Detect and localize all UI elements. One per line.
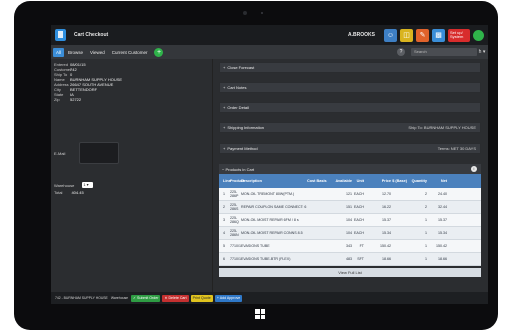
bottom-action-bar: 742 - BURNHAM SUPPLY HOUSE Warehouse ✓ S… <box>51 292 488 304</box>
page-title: Cart Checkout <box>74 32 109 38</box>
tab-bar: All Browse Viewed Current Customer + ? S… <box>51 45 488 59</box>
tab-viewed[interactable]: Viewed <box>87 48 108 57</box>
delete-cart-button[interactable]: ✕ Delete Cart <box>162 294 189 302</box>
table-row[interactable]: 3 225-286Q MON-OIL MOIST REPAIR 6FM / 8 s1… <box>219 214 481 227</box>
expand-icon: + <box>223 146 226 151</box>
search-input[interactable]: Search <box>411 48 477 56</box>
section-order-detail[interactable]: + Order Detail <box>219 102 481 113</box>
tab-browse[interactable]: Browse <box>65 48 86 57</box>
cart-icon[interactable]: ◫ <box>400 28 413 42</box>
add-tab-button[interactable]: + <box>154 47 164 57</box>
customer-summary: 742 - BURNHAM SUPPLY HOUSE <box>55 296 108 300</box>
app-logo-icon[interactable] <box>55 29 66 41</box>
email-field[interactable] <box>79 142 120 164</box>
warehouse-label: Warehouse <box>54 182 75 188</box>
table-row[interactable]: 6 7710/1 EVASIONS TUBE-BTR (FLEX) 483 SFT 18.… <box>219 253 481 266</box>
info-icon[interactable]: i <box>471 166 477 172</box>
products-table: Line Product Description Cost Basis Avai… <box>219 174 481 266</box>
submit-order-button[interactable]: ✓ Submit Order <box>131 294 161 302</box>
view-full-list-button[interactable]: View Full List <box>219 268 481 277</box>
terms-summary: Terms: NET 30 DAYS <box>437 146 476 151</box>
field-zip: Zip 52722 <box>54 97 82 102</box>
online-status-icon[interactable] <box>473 29 484 41</box>
section-cart-notes[interactable]: + Cart Notes <box>219 82 481 93</box>
table-row[interactable]: 2 225-286S REPAIR COUPLON SAME CONNECT: 61… <box>219 201 481 214</box>
email-label: E-Mail <box>54 150 66 156</box>
tab-all[interactable]: All <box>53 47 65 57</box>
total-row: Total 404.45 <box>54 190 84 195</box>
expand-icon: + <box>223 85 226 90</box>
add-approve-button[interactable]: + Add Approve <box>214 294 243 302</box>
warehouse-row: Warehouse 1 ▾ <box>54 182 94 188</box>
top-bar: Cart Checkout A.BROOKS ☺ ◫ ✎ ▩ Set up/ S… <box>51 25 488 45</box>
windows-home-icon[interactable] <box>255 309 265 319</box>
expand-icon: + <box>223 65 226 70</box>
expand-icon: + <box>223 125 226 130</box>
total-label: Total <box>54 190 63 195</box>
ship-to-summary: Ship To: BURNHAM SUPPLY HOUSE <box>408 125 476 130</box>
section-products-in-cart[interactable]: − Products in Cart i <box>219 164 481 174</box>
table-row[interactable]: 1 225-286P MON-OIL TREMONT 80W(PTM.) 121 EAC… <box>219 188 481 201</box>
table-row[interactable]: 4 225-286N MON-OIL MOIST REPAIR CONNS 8.5 1… <box>219 227 481 240</box>
section-payment-method[interactable]: + Payment Method Terms: NET 30 DAYS <box>219 143 481 154</box>
table-row[interactable]: 5 7710/1 EVASIONS TUBE 343 FT 150.42 1 150.42 <box>219 240 481 253</box>
help-icon[interactable]: ? <box>397 48 405 56</box>
search-options-button[interactable]: h ▾ <box>478 48 486 56</box>
customer-info: Entered 08/01/15 Customer 742 Ship To 0 Nam… <box>51 62 122 102</box>
tablet-frame: Cart Checkout A.BROOKS ☺ ◫ ✎ ▩ Set up/ S… <box>14 1 498 330</box>
total-value: 404.45 <box>71 190 84 195</box>
user-icon[interactable]: ☺ <box>384 28 397 42</box>
app-screen: Cart Checkout A.BROOKS ☺ ◫ ✎ ▩ Set up/ S… <box>51 25 488 304</box>
sensor-icon <box>261 12 263 14</box>
camera-icon <box>243 11 247 15</box>
print-quote-button[interactable]: Print Quote <box>190 294 213 302</box>
expand-icon: + <box>223 105 226 110</box>
table-header: Line Product Description Cost Basis Avai… <box>219 174 481 188</box>
section-shipping-information[interactable]: + Shipping Information Ship To: BURNHAM … <box>219 122 481 133</box>
tab-current-customer[interactable]: Current Customer <box>109 48 151 57</box>
warehouse-select[interactable]: 1 ▾ <box>82 182 94 188</box>
email-row: E-Mail <box>54 142 120 164</box>
section-close-forecast[interactable]: + Close Forecast <box>219 62 481 73</box>
order-panel: + Close Forecast + Cart Notes + Order De… <box>215 59 488 292</box>
document-icon[interactable]: ▩ <box>432 28 445 42</box>
user-name[interactable]: A.BROOKS <box>348 32 375 38</box>
setup-icon[interactable]: Set up/ System <box>448 28 470 42</box>
customer-panel: Entered 08/01/15 Customer 742 Ship To 0 Nam… <box>51 59 213 292</box>
warehouse-summary: Warehouse <box>110 296 129 300</box>
notes-icon[interactable]: ✎ <box>416 28 429 42</box>
